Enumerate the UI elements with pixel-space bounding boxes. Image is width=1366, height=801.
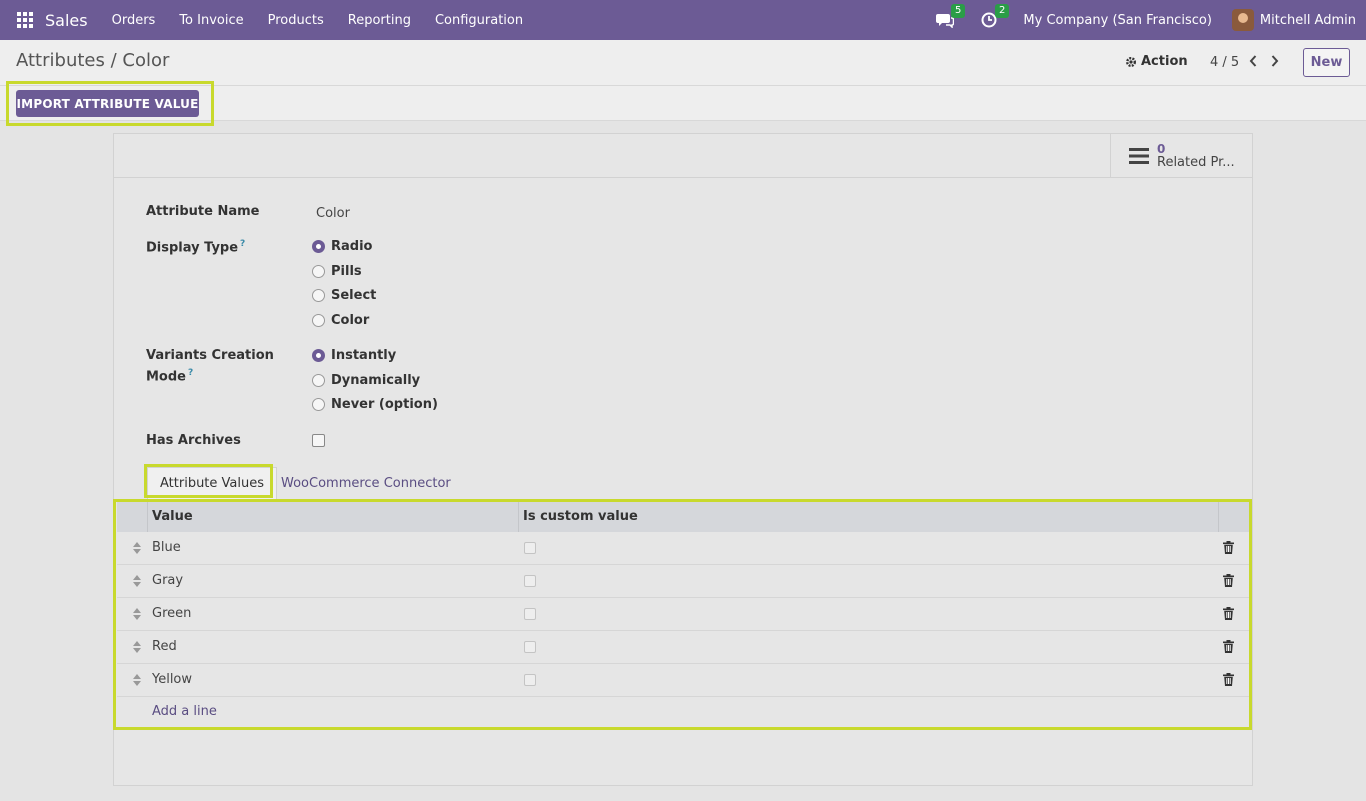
display-type-radio[interactable]: Radio [312,239,372,254]
related-products-button[interactable]: 0 Related Pr... [1110,134,1252,178]
radio-label: Color [331,313,370,328]
top-navbar: Sales Orders To Invoice Products Reporti… [0,0,1366,40]
messages-button[interactable]: 5 [935,4,966,30]
pager-value[interactable]: 4 / 5 [1210,55,1239,70]
variants-label-line1: Variants Creation [146,348,274,363]
related-products-label: Related Pr... [1157,155,1235,170]
company-switcher[interactable]: My Company (San Francisco) [1023,13,1211,28]
variants-dynamically[interactable]: Dynamically [312,373,420,388]
radio-checked[interactable] [312,240,325,253]
messages-badge: 5 [951,4,966,18]
display-type-label-text: Display Type [146,240,239,256]
user-avatar[interactable] [1231,9,1254,31]
radio-unchecked[interactable] [312,398,325,411]
menu-reporting[interactable]: Reporting [348,13,411,28]
activities-badge: 2 [995,4,1010,18]
related-products-count: 0 [1157,142,1166,156]
radio-unchecked[interactable] [312,314,325,327]
menu-to-invoice[interactable]: To Invoice [179,13,243,28]
variants-label-line2: Mode [146,369,186,385]
pager-next-button[interactable] [1268,52,1282,70]
button-box: 0 Related Pr... [114,134,1252,178]
radio-label: Radio [331,239,373,254]
radio-unchecked[interactable] [312,289,325,302]
gear-icon [1126,56,1136,67]
action-label: Action [1141,54,1188,69]
variants-creation-label-mode: Mode? [146,368,193,384]
radio-label: Pills [331,264,362,279]
breadcrumb-current: Color [122,50,170,71]
variants-instantly[interactable]: Instantly [312,348,396,363]
chevron-right-icon [1271,55,1279,67]
apps-grid-icon[interactable] [17,12,33,28]
radio-label: Never (option) [331,397,438,412]
display-type-select[interactable]: Select [312,288,376,303]
help-icon[interactable]: ? [240,239,245,249]
help-icon[interactable]: ? [188,368,193,378]
pager-previous-button[interactable] [1246,52,1260,70]
attribute-name-label: Attribute Name [146,204,260,219]
activities-button[interactable]: 2 [979,4,1010,30]
action-menu-button[interactable]: Action [1125,54,1188,69]
highlight-table [113,499,1252,730]
radio-label: Select [331,288,377,303]
display-type-label: Display Type? [146,239,245,255]
breadcrumb-separator: / [104,50,123,71]
radio-unchecked[interactable] [312,374,325,387]
has-archives-label: Has Archives [146,433,241,448]
menu-configuration[interactable]: Configuration [435,13,523,28]
chevron-left-icon [1249,55,1257,67]
has-archives-checkbox[interactable] [312,434,325,447]
menu-products[interactable]: Products [268,13,324,28]
control-panel: Attributes / Color Action 4 / 5 New [0,40,1366,86]
breadcrumb: Attributes / Color [16,50,169,71]
attribute-name-field[interactable]: Color [316,206,350,221]
highlight-import-button [6,81,214,126]
variants-creation-label: Variants Creation [146,348,274,363]
tab-woocommerce-connector[interactable]: WooCommerce Connector [281,476,451,491]
app-name[interactable]: Sales [45,11,88,30]
radio-label: Dynamically [331,373,421,388]
display-type-color[interactable]: Color [312,313,369,328]
menu-orders[interactable]: Orders [112,13,156,28]
display-type-pills[interactable]: Pills [312,264,362,279]
radio-unchecked[interactable] [312,265,325,278]
list-icon [1129,148,1149,164]
breadcrumb-attributes[interactable]: Attributes [16,50,105,71]
highlight-tab [144,464,273,498]
radio-checked[interactable] [312,349,325,362]
user-menu[interactable]: Mitchell Admin [1260,13,1356,28]
new-button[interactable]: New [1303,48,1350,77]
radio-label: Instantly [331,348,397,363]
variants-never[interactable]: Never (option) [312,397,438,412]
